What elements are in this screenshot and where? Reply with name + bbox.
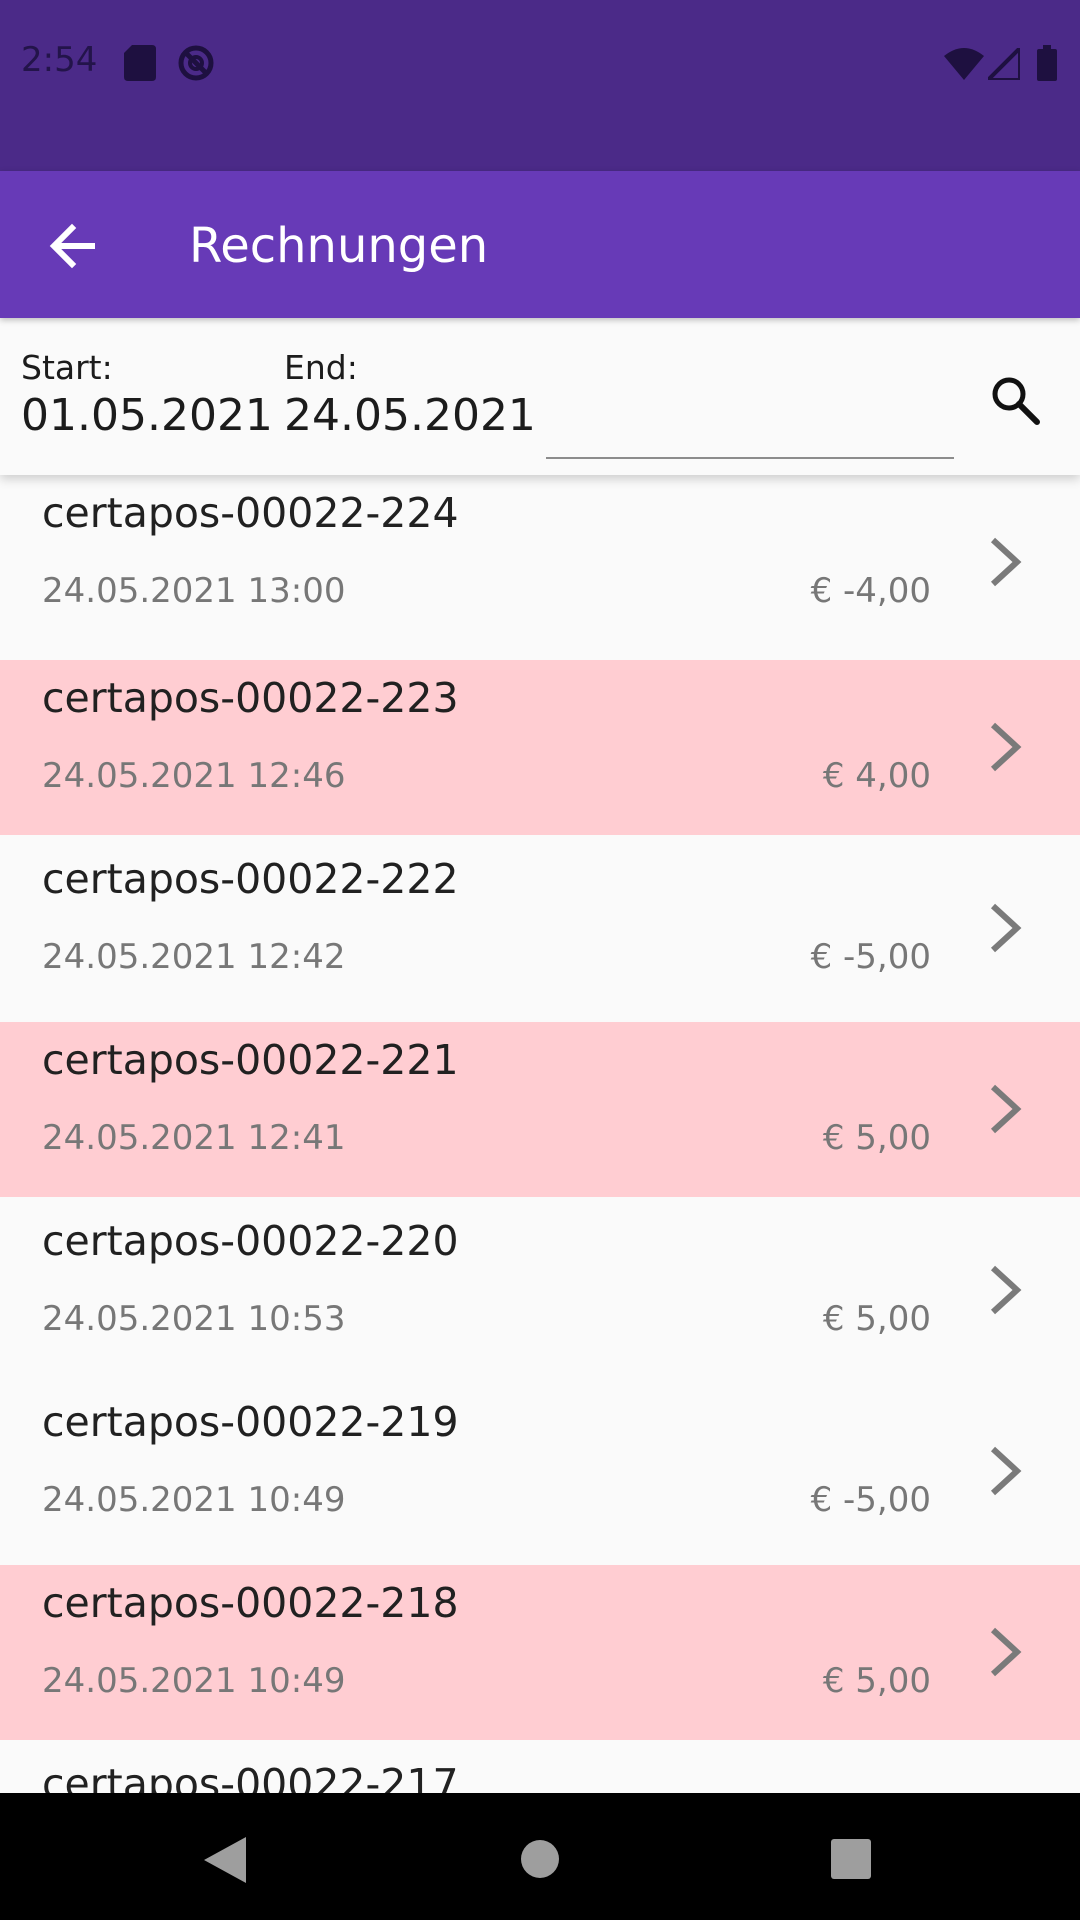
chevron-right-icon <box>990 1265 1022 1315</box>
invoice-amount: € 5,00 <box>822 1661 931 1701</box>
invoice-number: certapos-00022-217 <box>42 1760 459 1793</box>
invoice-number: certapos-00022-221 <box>42 1036 459 1084</box>
invoice-row[interactable]: certapos-00022-217 <box>0 1746 1080 1793</box>
chevron-right-icon <box>990 1084 1022 1134</box>
chevron-right-icon <box>990 903 1022 953</box>
invoice-number: certapos-00022-222 <box>42 855 459 903</box>
invoice-datetime: 24.05.2021 12:42 <box>42 937 346 977</box>
chevron-right-icon <box>990 722 1022 772</box>
end-date-label: End: <box>284 348 358 387</box>
nav-home-icon[interactable] <box>520 1839 560 1879</box>
wifi-icon <box>944 48 984 80</box>
invoice-number: certapos-00022-220 <box>42 1217 459 1265</box>
search-icon <box>992 377 1040 425</box>
invoice-amount: € 5,00 <box>822 1118 931 1158</box>
nav-recents-icon[interactable] <box>831 1839 871 1879</box>
end-date-value[interactable]: 24.05.2021 <box>284 390 536 441</box>
invoice-number: certapos-00022-223 <box>42 674 459 722</box>
invoice-row[interactable]: certapos-00022-219 24.05.2021 10:49 € -5… <box>0 1384 1080 1559</box>
invoice-amount: € 4,00 <box>822 756 931 796</box>
invoice-datetime: 24.05.2021 10:49 <box>42 1661 346 1701</box>
status-bar: 2:54 <box>0 0 1080 171</box>
invoice-amount: € 5,00 <box>822 1299 931 1339</box>
app-bar <box>0 171 1080 318</box>
invoice-row[interactable]: certapos-00022-224 24.05.2021 13:00 € -4… <box>0 475 1080 650</box>
system-nav-bar <box>0 1793 1080 1920</box>
chevron-right-icon <box>990 537 1022 587</box>
status-time: 2:54 <box>21 40 98 80</box>
chevron-right-icon <box>990 1446 1022 1496</box>
battery-icon <box>1037 45 1057 81</box>
invoice-datetime: 24.05.2021 10:53 <box>42 1299 346 1339</box>
invoice-row[interactable]: certapos-00022-223 24.05.2021 12:46 € 4,… <box>0 660 1080 835</box>
search-input[interactable] <box>546 395 954 459</box>
nav-back-icon[interactable] <box>204 1837 246 1883</box>
invoice-datetime: 24.05.2021 13:00 <box>42 571 346 611</box>
invoice-row[interactable]: certapos-00022-222 24.05.2021 12:42 € -5… <box>0 841 1080 1016</box>
start-date-value[interactable]: 01.05.2021 <box>21 390 273 441</box>
back-button[interactable] <box>44 216 104 276</box>
invoice-amount: € -5,00 <box>810 937 931 977</box>
invoice-row[interactable]: certapos-00022-220 24.05.2021 10:53 € 5,… <box>0 1203 1080 1378</box>
invoice-datetime: 24.05.2021 12:41 <box>42 1118 346 1158</box>
invoice-number: certapos-00022-218 <box>42 1579 459 1627</box>
invoice-row[interactable]: certapos-00022-218 24.05.2021 10:49 € 5,… <box>0 1565 1080 1740</box>
chevron-right-icon <box>990 1627 1022 1677</box>
arrow-back-icon <box>49 223 95 269</box>
search-button[interactable] <box>985 370 1045 430</box>
sd-card-icon <box>124 45 156 81</box>
invoice-amount: € -5,00 <box>810 1480 931 1520</box>
invoice-number: certapos-00022-219 <box>42 1398 459 1446</box>
start-date-label: Start: <box>21 348 113 387</box>
signal-icon <box>988 48 1020 80</box>
page-title: Rechnungen <box>189 218 489 274</box>
no-sync-icon <box>178 45 214 81</box>
invoice-datetime: 24.05.2021 12:46 <box>42 756 346 796</box>
invoice-list[interactable]: certapos-00022-224 24.05.2021 13:00 € -4… <box>0 475 1080 1793</box>
invoice-datetime: 24.05.2021 10:49 <box>42 1480 346 1520</box>
invoice-amount: € -4,00 <box>810 571 931 611</box>
invoice-row[interactable]: certapos-00022-221 24.05.2021 12:41 € 5,… <box>0 1022 1080 1197</box>
invoice-number: certapos-00022-224 <box>42 489 459 537</box>
